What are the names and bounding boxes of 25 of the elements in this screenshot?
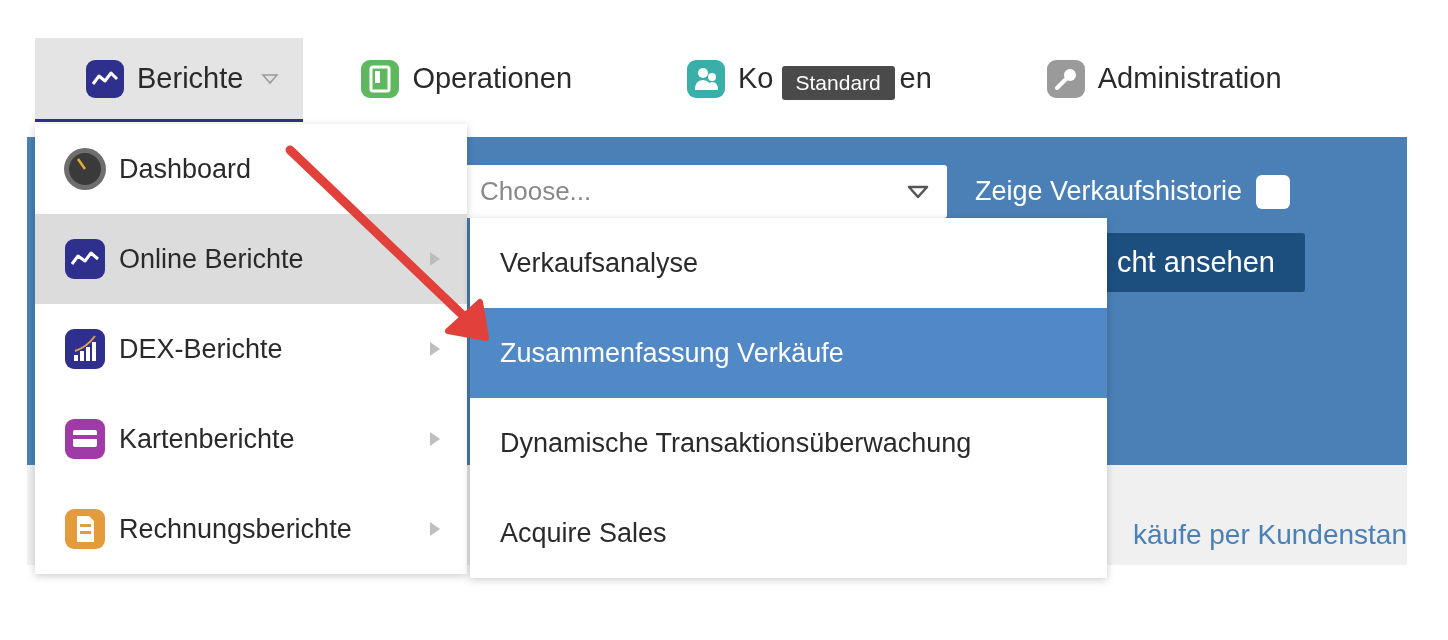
gauge-icon [63, 147, 107, 191]
cabinet-icon [360, 58, 401, 99]
nav-tab[interactable]: Berichte [35, 38, 304, 122]
checkbox[interactable] [1256, 174, 1291, 209]
nav-tab[interactable]: Operationen [303, 38, 629, 122]
checkbox-label: Zeige Verkaufshistorie [975, 176, 1243, 207]
submenu-item[interactable]: Zusammenfassung Verkäufe [470, 308, 1107, 398]
key-icon [1045, 58, 1086, 99]
submenu-item[interactable]: Acquire Sales [470, 488, 1107, 578]
chart-icon [63, 237, 107, 281]
document-icon [63, 507, 107, 551]
chart-icon [85, 58, 125, 99]
menu-item[interactable]: Online Berichte [35, 214, 467, 304]
menu-item[interactable]: Kartenberichte [35, 394, 467, 484]
report-link[interactable]: käufe per Kundenstan [1133, 519, 1407, 551]
nav-tab[interactable]: Ko Standard en [629, 38, 989, 122]
menu-item[interactable]: DEX-Berichte [35, 304, 467, 394]
people-icon [686, 58, 726, 99]
menu-item[interactable]: Rechnungsberichte [35, 484, 467, 574]
nav-tab[interactable]: Administration [988, 38, 1339, 122]
caret-icon [907, 184, 929, 199]
card-icon [63, 417, 107, 461]
tooltip: Standard [781, 65, 895, 100]
bar-chart-icon [63, 327, 107, 371]
submenu-item[interactable]: Dynamische Transaktionsüberwachung [470, 398, 1107, 488]
